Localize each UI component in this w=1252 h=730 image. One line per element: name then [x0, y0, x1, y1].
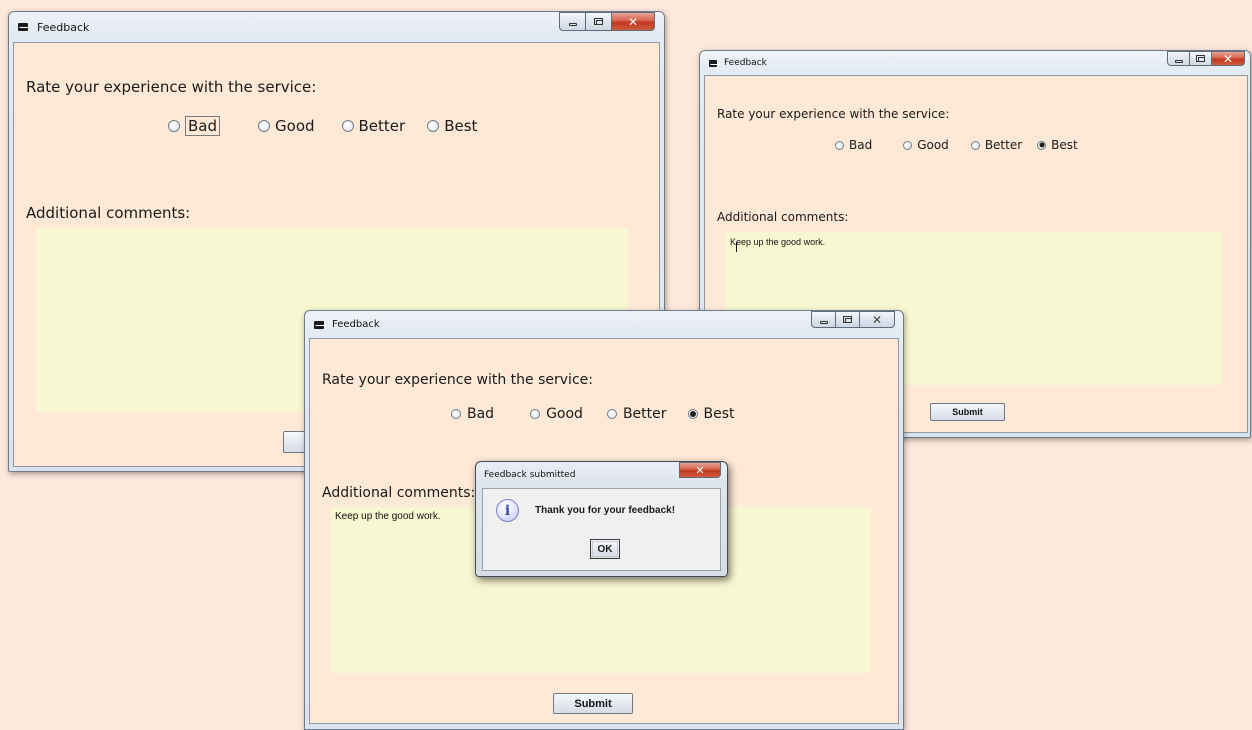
- radio-bad-label: Bad: [849, 138, 873, 152]
- rating-prompt: Rate your experience with the service:: [26, 78, 317, 96]
- radio-best-label: Best: [1051, 138, 1078, 152]
- radio-best-circle[interactable]: [687, 409, 698, 419]
- radio-bad-circle[interactable]: [451, 409, 461, 419]
- radio-bad[interactable]: Bad: [168, 116, 221, 136]
- rating-prompt: Rate your experience with the service:: [322, 372, 593, 388]
- caption-buttons: ✕: [811, 311, 895, 328]
- radio-good-circle[interactable]: [903, 140, 913, 150]
- comments-label: Additional comments:: [717, 210, 849, 224]
- radio-best-circle[interactable]: [1037, 140, 1047, 150]
- close-icon: ✕: [871, 312, 883, 327]
- dialog-message: Thank you for your feedback!: [535, 505, 676, 516]
- rating-radio-group: Bad Good Better Best: [835, 138, 1078, 152]
- comments-label: Additional comments:: [26, 204, 191, 222]
- window-title: Feedback: [37, 20, 90, 34]
- minimize-icon: [819, 320, 828, 324]
- radio-better-label: Better: [984, 138, 1023, 152]
- radio-best-circle[interactable]: [427, 120, 440, 132]
- close-icon: ✕: [695, 463, 705, 477]
- radio-best-label: Best: [444, 117, 478, 135]
- minimize-button[interactable]: [811, 311, 835, 328]
- dialog-close-button[interactable]: ✕: [679, 462, 721, 478]
- minimize-button[interactable]: [559, 12, 585, 31]
- rating-radio-group: Bad Good Better Best: [168, 116, 477, 136]
- radio-bad-circle[interactable]: [168, 120, 180, 132]
- caption-buttons: ✕: [1167, 51, 1245, 66]
- info-icon: i: [496, 499, 519, 522]
- comments-text: Keep up the good work.: [730, 237, 826, 247]
- comments-text-wrap: Keep up the good work.: [730, 237, 826, 252]
- close-button[interactable]: ✕: [1211, 51, 1245, 66]
- dialog-title: Feedback submitted: [484, 470, 576, 480]
- radio-better-label: Better: [358, 117, 406, 135]
- comments-label: Additional comments:: [322, 485, 476, 501]
- minimize-button[interactable]: [1167, 51, 1189, 66]
- close-icon: ✕: [1222, 51, 1234, 66]
- radio-bad[interactable]: Bad: [451, 406, 494, 422]
- radio-good-label: Good: [917, 138, 949, 152]
- ok-button[interactable]: OK: [590, 539, 620, 559]
- mail-icon: [709, 59, 720, 67]
- radio-better[interactable]: Better: [970, 138, 1023, 152]
- title-bar[interactable]: Feedback ✕: [9, 12, 664, 42]
- submit-button[interactable]: Submit: [930, 403, 1005, 421]
- radio-good[interactable]: Good: [258, 117, 315, 135]
- radio-better-circle[interactable]: [606, 409, 617, 419]
- radio-good[interactable]: Good: [530, 406, 583, 422]
- rating-radio-group: Bad Good Better Best: [451, 406, 735, 422]
- radio-bad-circle[interactable]: [835, 140, 844, 150]
- close-button[interactable]: ✕: [859, 311, 895, 328]
- radio-best[interactable]: Best: [427, 117, 477, 135]
- radio-good-circle[interactable]: [530, 409, 541, 419]
- minimize-icon: [568, 22, 577, 26]
- dialog-title-bar[interactable]: Feedback submitted ✕: [476, 462, 727, 488]
- window-title: Feedback: [332, 319, 380, 330]
- radio-better-label: Better: [622, 406, 667, 422]
- feedback-submitted-dialog: Feedback submitted ✕ i Thank you for you…: [475, 461, 728, 577]
- close-button[interactable]: ✕: [611, 12, 655, 31]
- mail-icon: [18, 23, 29, 31]
- window-title: Feedback: [724, 58, 767, 68]
- maximize-button[interactable]: [585, 12, 611, 31]
- maximize-button[interactable]: [1189, 51, 1211, 66]
- radio-bad[interactable]: Bad: [835, 138, 872, 152]
- mail-icon: [314, 320, 325, 329]
- title-bar[interactable]: Feedback ✕: [700, 51, 1250, 75]
- maximize-icon: [594, 18, 603, 25]
- maximize-icon: [1196, 55, 1205, 62]
- close-icon: ✕: [627, 14, 639, 29]
- title-bar[interactable]: Feedback ✕: [305, 311, 903, 338]
- radio-better[interactable]: Better: [606, 406, 667, 422]
- maximize-icon: [843, 316, 852, 323]
- radio-bad-label: Bad: [185, 116, 221, 136]
- minimize-icon: [1174, 59, 1183, 63]
- maximize-button[interactable]: [835, 311, 859, 328]
- radio-bad-label: Bad: [467, 406, 495, 422]
- radio-best[interactable]: Best: [1037, 138, 1078, 152]
- dialog-body: i Thank you for your feedback! OK: [482, 488, 721, 571]
- radio-good-label: Good: [546, 406, 583, 422]
- submit-button[interactable]: Submit: [553, 693, 633, 714]
- rating-prompt: Rate your experience with the service:: [717, 107, 950, 121]
- radio-good-label: Good: [275, 117, 315, 135]
- radio-best-label: Best: [703, 406, 735, 422]
- radio-best[interactable]: Best: [687, 406, 735, 422]
- radio-better[interactable]: Better: [341, 117, 406, 135]
- text-caret: [736, 242, 737, 252]
- dialog-caption-buttons: ✕: [679, 462, 721, 478]
- comments-text: Keep up the good work.: [335, 511, 441, 522]
- caption-buttons: ✕: [559, 12, 655, 31]
- radio-good-circle[interactable]: [258, 120, 271, 132]
- radio-better-circle[interactable]: [341, 120, 354, 132]
- radio-good[interactable]: Good: [903, 138, 949, 152]
- radio-better-circle[interactable]: [970, 140, 980, 150]
